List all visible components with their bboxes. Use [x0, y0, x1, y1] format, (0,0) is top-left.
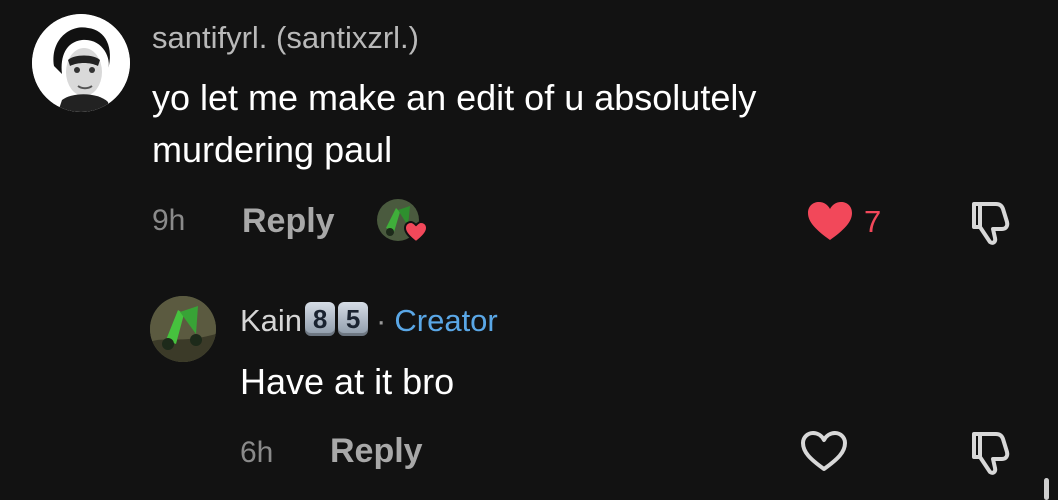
reply-username-row: Kain 8 5 · Creator	[240, 302, 498, 339]
heart-filled-icon	[808, 202, 852, 240]
comment-dislike-button[interactable]	[966, 198, 1014, 246]
separator-dot: ·	[376, 303, 387, 338]
comment-like-count: 7	[864, 204, 882, 239]
thumbs-down-icon	[972, 202, 1010, 245]
reply-reply-button[interactable]: Reply	[330, 432, 423, 471]
creator-liked-indicator	[376, 198, 430, 246]
creator-avatar-with-heart-icon	[377, 199, 429, 244]
heart-outline-icon	[801, 431, 847, 471]
reply-timestamp: 6h	[240, 436, 274, 469]
reply-username[interactable]: Kain	[240, 303, 302, 338]
creator-label: Creator	[394, 303, 498, 338]
scrollbar[interactable]	[1044, 478, 1049, 500]
comment-like-button[interactable]	[806, 200, 854, 242]
reply-text: Have at it bro	[240, 361, 455, 402]
reply-like-button[interactable]	[800, 430, 848, 472]
thumbs-down-icon	[972, 432, 1010, 475]
badge-digit-5: 5	[338, 302, 369, 336]
reply-dislike-button[interactable]	[966, 428, 1014, 476]
commenter-username[interactable]: santifyrl. (santixzrl.)	[152, 20, 419, 56]
comment-timestamp: 9h	[152, 204, 186, 237]
profile-photo-icon	[150, 296, 216, 362]
comment-text-line-2: murdering paul	[152, 129, 393, 170]
badge-digit-8: 8	[305, 302, 336, 336]
comment-text-line-1: yo let me make an edit of u absolutely	[152, 77, 757, 118]
reply-avatar[interactable]	[150, 296, 216, 362]
profile-photo-icon	[32, 14, 130, 112]
comment-thread: santifyrl. (santixzrl.) yo let me make a…	[0, 0, 1058, 500]
comment-reply-button[interactable]: Reply	[242, 202, 335, 241]
commenter-avatar[interactable]	[32, 14, 130, 112]
